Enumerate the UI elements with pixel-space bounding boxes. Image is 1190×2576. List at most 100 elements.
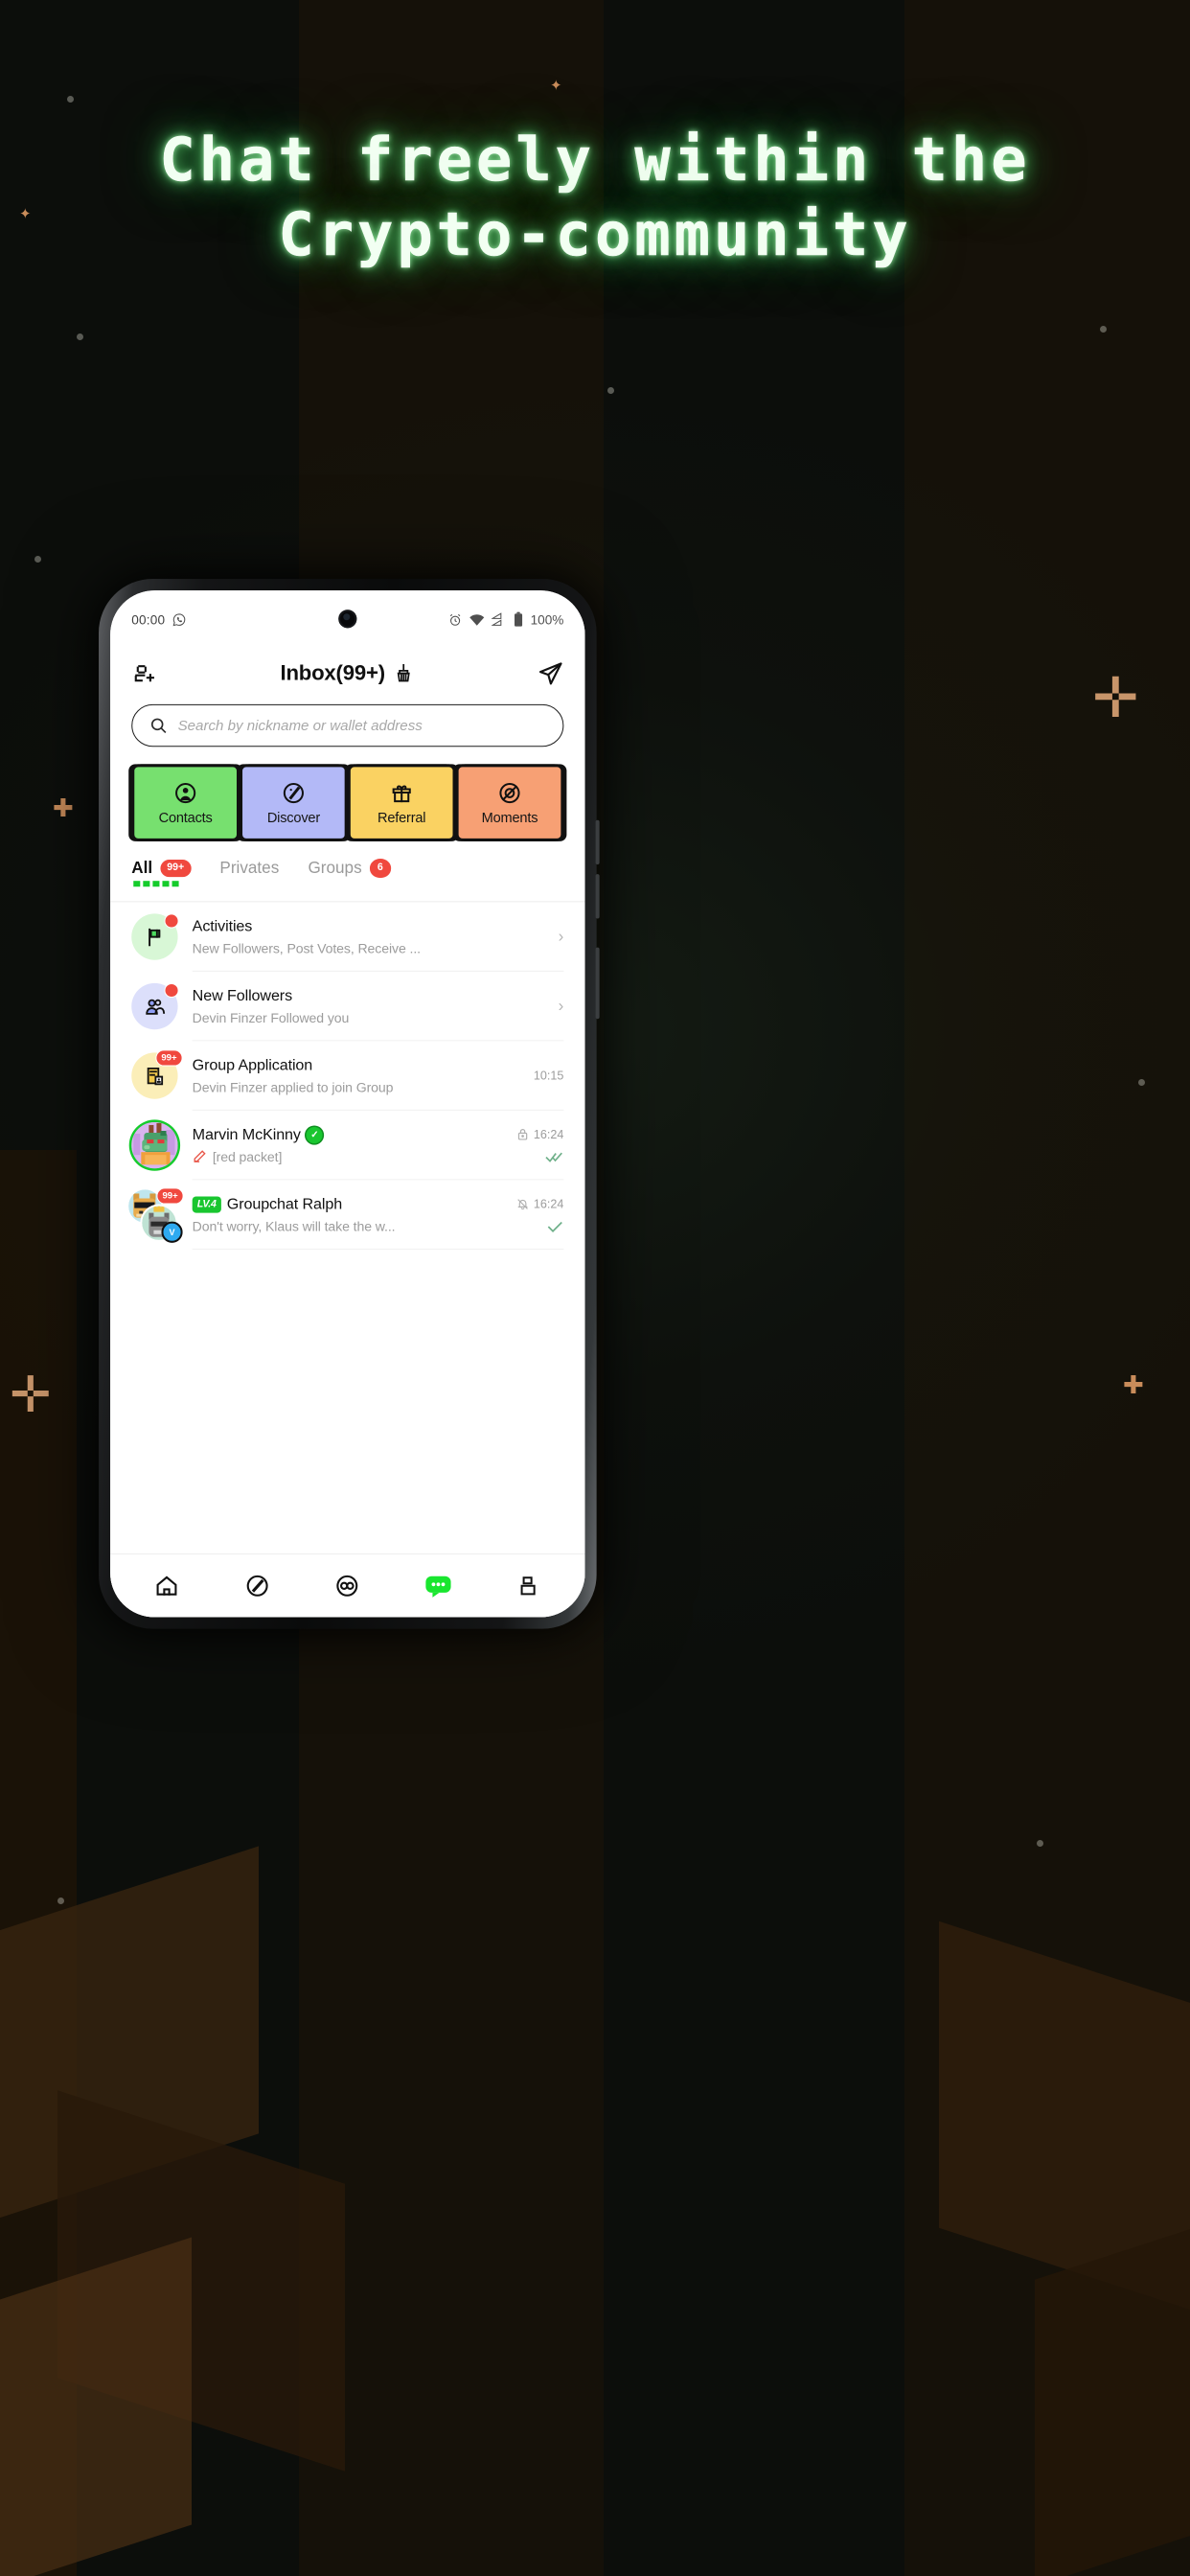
signal-icon bbox=[492, 612, 507, 626]
quick-action-moments[interactable]: Moments bbox=[455, 764, 564, 841]
quick-actions: Contacts Discover Referral Moments bbox=[131, 764, 564, 841]
mute-bell-icon bbox=[516, 1197, 529, 1210]
divider bbox=[192, 1248, 564, 1250]
app-header: Inbox(99+) bbox=[110, 646, 584, 700]
avatar: V 99+ bbox=[128, 1187, 184, 1243]
page-title-inbox: Inbox(99+) bbox=[280, 661, 414, 686]
tab-label: All bbox=[131, 859, 153, 878]
broom-icon[interactable] bbox=[393, 663, 414, 684]
list-item[interactable]: 99+ Group Application Devin Finzer appli… bbox=[110, 1041, 584, 1111]
tab-badge: 6 bbox=[369, 859, 391, 878]
list-item-subtitle: Don't worry, Klaus will take the w... bbox=[192, 1218, 396, 1234]
infinity-icon bbox=[334, 1573, 360, 1598]
quick-action-discover[interactable]: Discover bbox=[240, 764, 348, 841]
list-item-title: Groupchat Ralph bbox=[226, 1195, 343, 1213]
tab-badge: 99+ bbox=[160, 860, 192, 877]
bg-dot bbox=[1037, 1840, 1043, 1847]
whatsapp-icon bbox=[172, 612, 186, 627]
list-item[interactable]: Activities New Followers, Post Votes, Re… bbox=[110, 902, 584, 972]
nav-item-wallet[interactable] bbox=[323, 1565, 373, 1607]
chevron-right-icon: › bbox=[558, 997, 564, 1016]
avatar bbox=[131, 1121, 178, 1169]
status-time: 00:00 bbox=[131, 611, 166, 627]
quick-action-label: Discover bbox=[266, 810, 321, 826]
sparkle-icon: ✚ bbox=[53, 794, 74, 822]
headline-line-1: Chat freely within the bbox=[159, 125, 1031, 196]
tab-all[interactable]: All 99+ bbox=[131, 859, 192, 887]
inbox-title-text: Inbox(99+) bbox=[280, 660, 385, 685]
compass-icon bbox=[244, 1573, 270, 1598]
page-title: Chat freely within the Crypto-community bbox=[0, 123, 1190, 272]
nav-item-profile[interactable] bbox=[503, 1565, 553, 1607]
list-item-meta: 16:24 bbox=[516, 1196, 564, 1211]
phone-power-button bbox=[595, 947, 600, 1020]
single-check-icon bbox=[546, 1220, 563, 1232]
list-item-subtitle: [red packet] bbox=[212, 1148, 283, 1164]
gift-icon bbox=[389, 780, 414, 805]
dragon-avatar bbox=[131, 1121, 178, 1169]
person-icon bbox=[515, 1573, 540, 1598]
search-icon bbox=[149, 717, 167, 734]
avatar bbox=[131, 982, 179, 1030]
unread-dot bbox=[164, 982, 179, 999]
list-item-subtitle-wrap: [red packet] bbox=[193, 1149, 507, 1164]
quick-action-label: Referral bbox=[378, 810, 426, 826]
unread-badge: 99+ bbox=[155, 1049, 183, 1067]
list-item-time: 16:24 bbox=[533, 1127, 564, 1141]
search-input[interactable]: Search by nickname or wallet address bbox=[131, 703, 564, 748]
list-item-time: 10:15 bbox=[533, 1069, 564, 1083]
lock-icon bbox=[516, 1128, 529, 1140]
wifi-icon bbox=[469, 613, 485, 626]
list-item[interactable]: New Followers Devin Finzer Followed you … bbox=[110, 972, 584, 1042]
sparkle-icon: ✛ bbox=[10, 1368, 52, 1423]
bg-dot bbox=[67, 96, 74, 103]
battery-level: 100% bbox=[530, 611, 564, 627]
chevron-right-icon: › bbox=[558, 927, 564, 946]
quick-action-contacts[interactable]: Contacts bbox=[131, 764, 240, 841]
bottom-navigation bbox=[110, 1553, 585, 1618]
quick-action-referral[interactable]: Referral bbox=[347, 764, 456, 841]
tab-privates[interactable]: Privates bbox=[219, 859, 279, 886]
bg-dot bbox=[1100, 326, 1107, 333]
nav-item-home[interactable] bbox=[142, 1565, 192, 1607]
tab-label: Groups bbox=[308, 859, 362, 878]
list-item-title: Group Application bbox=[192, 1056, 313, 1074]
avatar bbox=[131, 913, 179, 960]
bg-dot bbox=[1138, 1079, 1145, 1086]
list-item-meta: 16:24 bbox=[516, 1127, 564, 1141]
list-item-title-wrap: LV.4 Groupchat Ralph bbox=[192, 1195, 507, 1213]
contacts-icon bbox=[173, 780, 198, 805]
phone-volume-up-button bbox=[595, 819, 600, 865]
bg-dot bbox=[607, 387, 614, 394]
sparkle-icon: ✦ bbox=[550, 78, 562, 94]
add-person-icon[interactable] bbox=[131, 661, 156, 686]
nav-item-discover[interactable] bbox=[232, 1565, 282, 1607]
list-item[interactable]: Marvin McKinny ✓ [red packet] 16:24 bbox=[110, 1111, 584, 1181]
battery-icon bbox=[514, 611, 523, 627]
unread-dot bbox=[164, 913, 179, 929]
quick-action-label: Contacts bbox=[158, 810, 213, 826]
list-item[interactable]: V 99+ LV.4 Groupchat Ralph Don't worry, … bbox=[110, 1180, 584, 1250]
app-screen: 00:00 100% Inbox(99+) Search by nickname… bbox=[110, 590, 585, 1618]
paper-plane-icon[interactable] bbox=[538, 660, 563, 686]
phone-volume-down-button bbox=[595, 874, 600, 919]
phone-mockup: 00:00 100% Inbox(99+) Search by nickname… bbox=[99, 579, 1091, 1668]
list-item-title-wrap: Marvin McKinny ✓ bbox=[193, 1126, 507, 1144]
list-item-subtitle: New Followers, Post Votes, Receive ... bbox=[192, 940, 421, 956]
sparkle-icon: ✚ bbox=[1123, 1370, 1144, 1399]
list-item-time: 16:24 bbox=[533, 1196, 564, 1211]
search-placeholder: Search by nickname or wallet address bbox=[177, 717, 423, 734]
list-item-subtitle: Devin Finzer Followed you bbox=[192, 1009, 350, 1025]
sparkle-icon: ✛ bbox=[1092, 667, 1139, 729]
list-item-title: Activities bbox=[192, 917, 253, 935]
nav-item-chat[interactable] bbox=[413, 1565, 463, 1607]
status-bar: 00:00 100% bbox=[110, 604, 584, 634]
verified-badge-icon: ✓ bbox=[306, 1126, 324, 1144]
bg-dot bbox=[57, 1898, 64, 1904]
verified-v-icon: V bbox=[161, 1221, 183, 1243]
tab-active-indicator bbox=[133, 881, 179, 887]
bg-dot bbox=[34, 556, 41, 563]
pencil-icon bbox=[193, 1149, 207, 1163]
tab-groups[interactable]: Groups 6 bbox=[308, 859, 391, 886]
compass-icon bbox=[281, 780, 306, 805]
